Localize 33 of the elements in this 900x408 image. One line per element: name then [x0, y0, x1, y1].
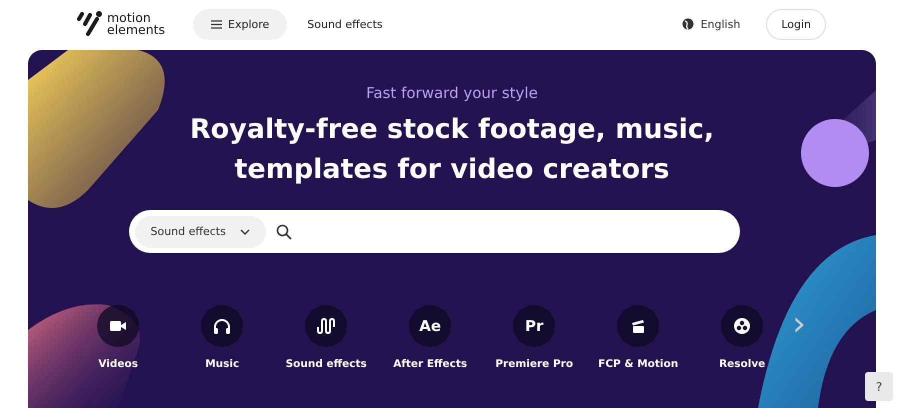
chevron-icon	[240, 228, 250, 234]
category-dropdown[interactable]: Sound effects	[134, 216, 266, 248]
search-field[interactable]: Sound effects	[128, 210, 740, 253]
logo-icon[interactable]	[76, 10, 104, 38]
category-button[interactable]: Pr	[513, 305, 556, 347]
resolve-icon	[734, 318, 750, 334]
clapperboard-icon	[631, 319, 646, 333]
menu-icon	[211, 20, 222, 28]
logo-text[interactable]: motion elements	[107, 12, 169, 36]
waveform-icon	[317, 318, 336, 334]
help-button[interactable]: ?	[865, 372, 893, 401]
category-label[interactable]: Premiere Pro	[495, 358, 574, 370]
category-button[interactable]: Ae	[409, 305, 452, 347]
category-label[interactable]: After Effects	[393, 358, 468, 370]
category-label[interactable]: Music	[205, 358, 240, 370]
category-label[interactable]: Resolve	[719, 358, 766, 370]
search-icon[interactable]	[276, 224, 292, 240]
globe-icon	[682, 18, 694, 30]
category-button[interactable]	[305, 305, 348, 347]
headphones-icon	[213, 318, 232, 334]
category-button[interactable]	[201, 305, 244, 347]
category-label[interactable]: FCP & Motion	[598, 358, 678, 370]
category-label[interactable]: Sound effects	[286, 358, 367, 370]
login-button[interactable]: Login	[766, 8, 826, 40]
language-link[interactable]: English	[682, 18, 740, 30]
nav-link[interactable]: Sound effects	[289, 8, 401, 40]
category-label[interactable]: Videos	[98, 358, 138, 370]
category-button[interactable]	[721, 305, 764, 347]
headline: Royalty-free stock footage, music, templates for video creators	[188, 113, 716, 187]
video-camera-icon	[110, 320, 126, 332]
tagline: Fast forward your style	[366, 84, 538, 102]
category-button[interactable]	[617, 305, 660, 347]
explore-button[interactable]: Explore	[193, 8, 288, 40]
